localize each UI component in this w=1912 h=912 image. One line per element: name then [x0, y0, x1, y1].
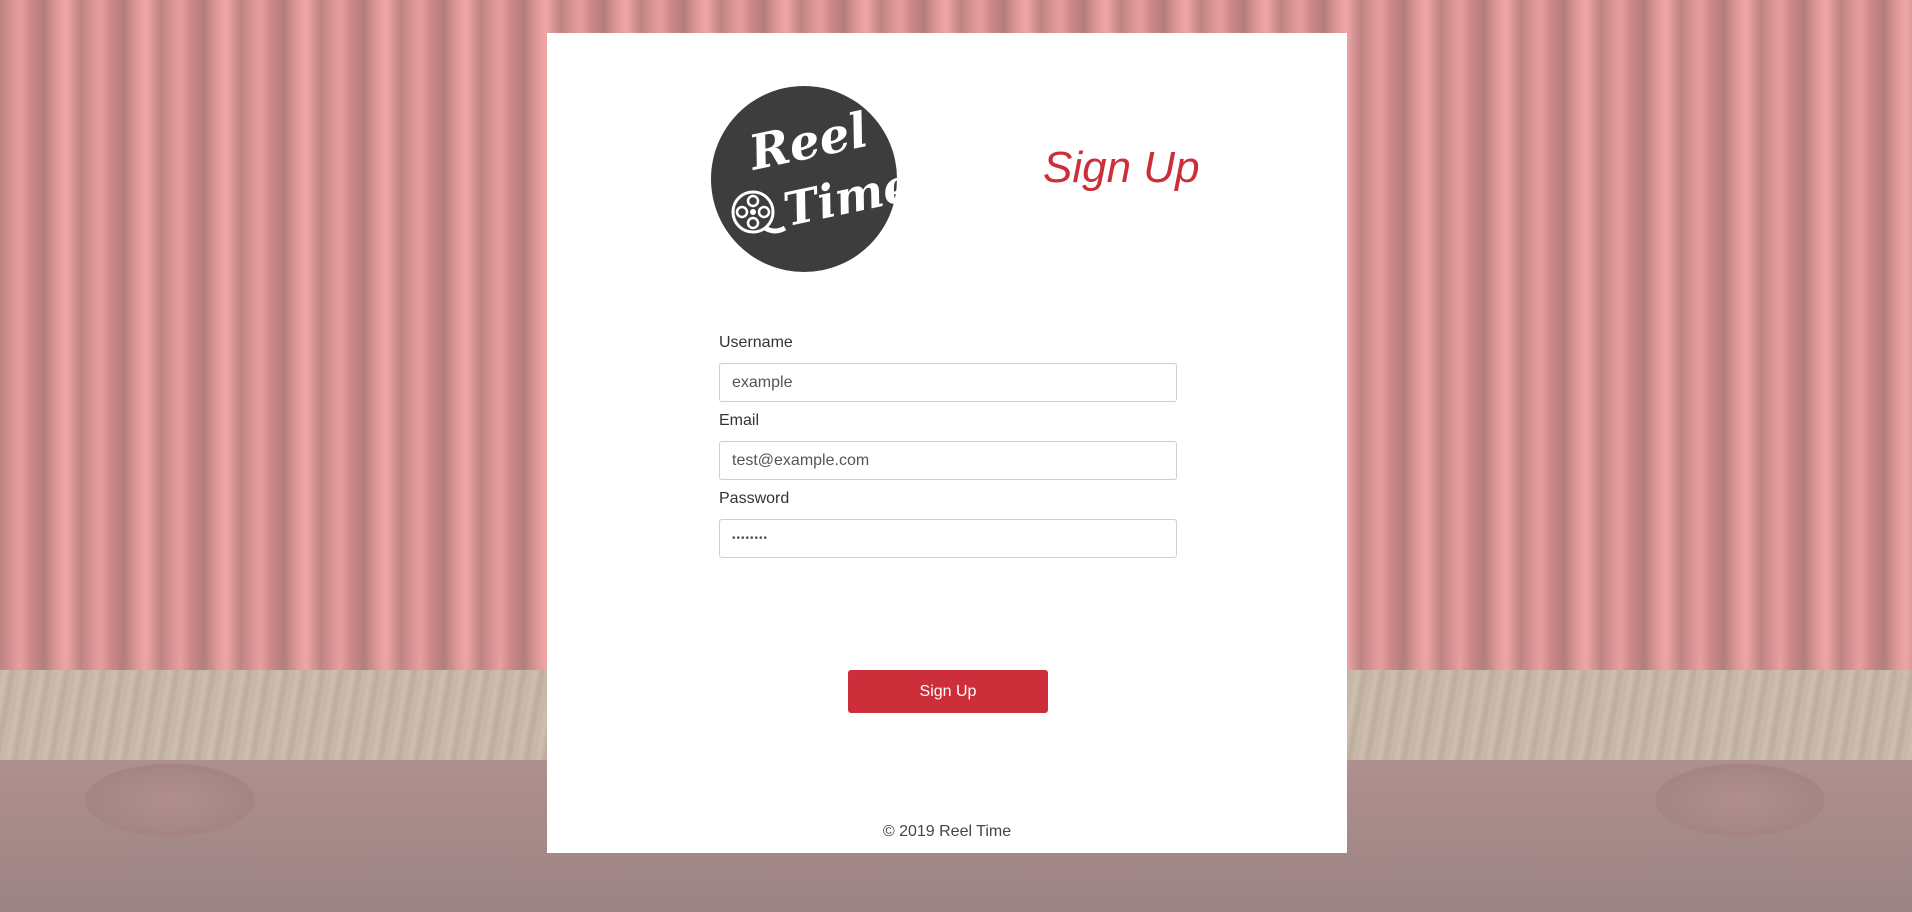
username-input[interactable] [719, 363, 1177, 402]
sign-up-button[interactable]: Sign Up [848, 670, 1048, 713]
signup-card: Reel Time Sign Up Username Email Passwor… [547, 33, 1347, 853]
username-label: Username [719, 334, 793, 351]
reel-time-logo: Reel Time [711, 86, 917, 272]
page-title: Sign Up [1043, 143, 1200, 192]
password-label: Password [719, 490, 790, 507]
logo-text-reel: Reel [744, 102, 873, 182]
film-reel-icon [731, 190, 787, 234]
email-label: Email [719, 412, 760, 429]
signup-form: Username Email Password [719, 333, 1177, 567]
email-input[interactable] [719, 441, 1177, 480]
password-input[interactable] [719, 519, 1177, 558]
footer-copyright: © 2019 Reel Time [882, 823, 1012, 840]
